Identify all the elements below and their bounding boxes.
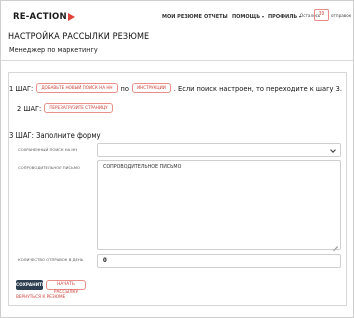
app-window: RE-ACTION МОИ РЕЗЮМЕ ОТЧЕТЫ ПОМОЩЬ ПРОФИ… bbox=[0, 0, 354, 318]
logo[interactable]: RE-ACTION bbox=[13, 12, 75, 22]
nav-profile-label: ПРОФИЛЬ bbox=[268, 14, 298, 20]
nav-reports[interactable]: ОТЧЕТЫ bbox=[204, 14, 228, 20]
instruction-button[interactable]: ИНСТРУКЦИИ bbox=[131, 83, 171, 93]
remaining-count-badge: 30 bbox=[314, 9, 329, 21]
saved-search-label: СОХРАНЕННЫЙ ПОИСК НА НН bbox=[18, 147, 78, 152]
logo-text: RE-ACTION bbox=[13, 12, 67, 22]
nav-profile[interactable]: ПРОФИЛЬ bbox=[268, 14, 301, 20]
step-1-label: 1 ШАГ: bbox=[9, 83, 34, 93]
add-search-button[interactable]: ДОБАВЬТЕ НОВЫЙ ПОИСК НА НН bbox=[36, 83, 118, 93]
back-to-resume-link[interactable]: ВЕРНУТЬСЯ К РЕЗЮМЕ bbox=[16, 294, 65, 299]
top-navigation: RE-ACTION МОИ РЕЗЮМЕ ОТЧЕТЫ ПОМОЩЬ ПРОФИ… bbox=[1, 1, 353, 31]
cover-letter-textarea[interactable]: СОПРОВОДИТЕЛЬНОЕ ПИСЬМО bbox=[97, 160, 341, 250]
save-button[interactable]: СОХРАНИТЬ bbox=[16, 280, 45, 290]
divider bbox=[1, 60, 353, 61]
nav-help[interactable]: ПОМОЩЬ bbox=[232, 14, 264, 20]
resize-handle-icon[interactable] bbox=[333, 242, 338, 247]
step-2: 2 ШАГ: ПЕРЕЗАГРУЗИТЕ СТРАНИЦУ bbox=[17, 103, 116, 113]
nav-my-resumes[interactable]: МОИ РЕЗЮМЕ bbox=[162, 14, 202, 20]
chevron-down-icon bbox=[261, 15, 264, 18]
chevron-down-icon bbox=[330, 146, 336, 153]
start-mailing-button[interactable]: НАЧАТЬ РАССЫЛКУ bbox=[46, 280, 86, 295]
step-1-by: по bbox=[120, 83, 129, 93]
sends-per-day-input[interactable]: 0 bbox=[97, 254, 341, 268]
resume-name: Менеджер по маркетингу bbox=[9, 45, 98, 54]
nav-help-label: ПОМОЩЬ bbox=[232, 14, 261, 20]
cover-letter-value: СОПРОВОДИТЕЛЬНОЕ ПИСЬМО bbox=[103, 165, 182, 170]
step-1-note: . Если поиск настроен, то переходите к ш… bbox=[173, 83, 342, 93]
reload-page-button[interactable]: ПЕРЕЗАГРУЗИТЕ СТРАНИЦУ bbox=[44, 103, 113, 113]
step-3-title: 3 ШАГ: Заполните форму bbox=[9, 131, 101, 140]
saved-search-select[interactable] bbox=[97, 143, 341, 157]
remaining-suffix: отправок bbox=[331, 14, 352, 19]
sends-per-day-label: КОЛИЧЕСТВО ОТПРАВОК В ДЕНЬ bbox=[18, 257, 84, 262]
cover-letter-label: СОПРОВОДИТЕЛЬНОЕ ПИСЬМО bbox=[18, 165, 81, 170]
step-2-label: 2 ШАГ: bbox=[17, 103, 42, 113]
step-1: 1 ШАГ: ДОБАВЬТЕ НОВЫЙ ПОИСК НА НН по ИНС… bbox=[9, 83, 342, 93]
play-triangle-icon bbox=[67, 13, 75, 21]
page-title: НАСТРОЙКА РАССЫЛКИ РЕЗЮМЕ bbox=[8, 32, 150, 42]
